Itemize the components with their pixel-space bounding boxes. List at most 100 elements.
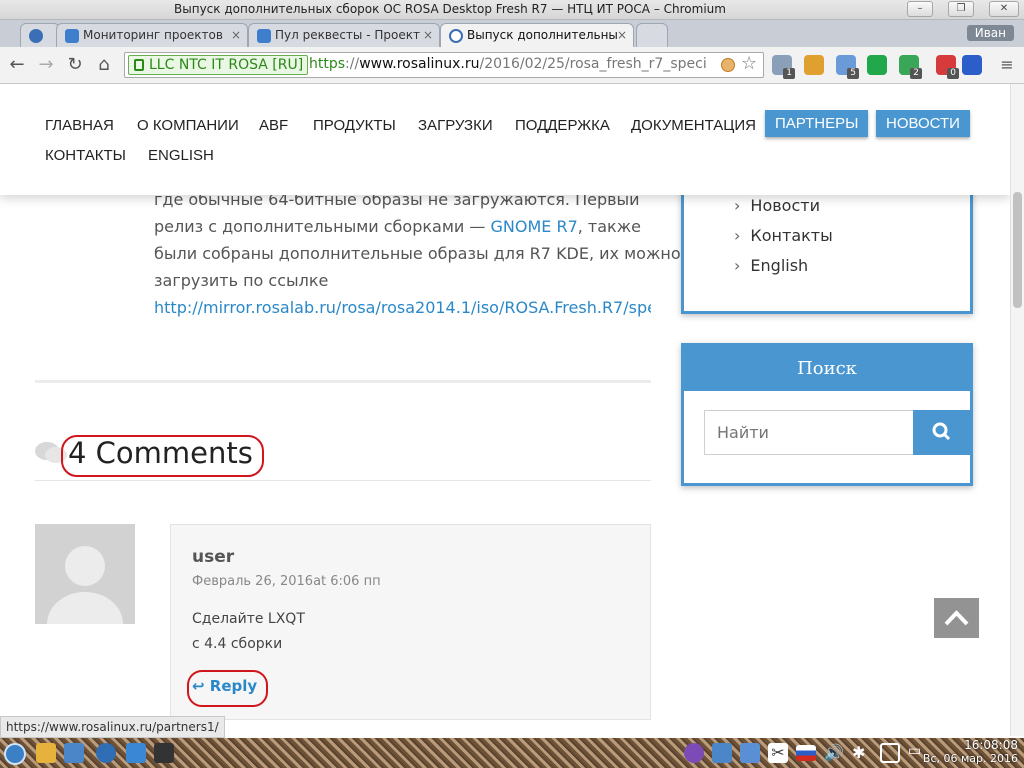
menu-english[interactable]: ENGLISH: [148, 147, 214, 164]
desktop-taskbar: ✂ 🔊 ✱ ▭ 16:08:08 Вс, 06 мар. 2016: [0, 738, 1024, 768]
clock-date: Вс, 06 мар. 2016: [922, 752, 1018, 765]
article-line: были собраны дополнительные образы для R…: [154, 244, 681, 263]
tab-close-icon[interactable]: ×: [617, 28, 627, 42]
shield-check-icon[interactable]: 2: [899, 55, 922, 79]
terminal-icon[interactable]: [154, 743, 174, 763]
home-button[interactable]: ⌂: [93, 54, 115, 76]
comments-divider: [35, 480, 651, 481]
package-icon: [257, 29, 271, 43]
sidebar-link-english[interactable]: › English: [734, 256, 808, 275]
tab-label: Пул реквесты - Проект: [275, 28, 420, 42]
tab-label: Выпуск дополнительны: [467, 28, 618, 42]
mail-icon[interactable]: 1: [772, 55, 795, 79]
chevron-right-icon: ›: [734, 256, 741, 275]
cookie-blocked-icon[interactable]: [721, 58, 735, 72]
menu-about[interactable]: О КОМПАНИИ: [137, 117, 239, 134]
sidebar-link-news[interactable]: › Новости: [734, 196, 820, 215]
tab-monitoring[interactable]: Мониторинг проектов ×: [56, 23, 248, 47]
shield-circle-icon[interactable]: [867, 55, 887, 75]
tab-label: Мониторинг проектов: [83, 28, 223, 42]
dropbox-icon[interactable]: [740, 743, 760, 763]
browser-toolbar: ← → ↻ ⌂ LLC NTC IT ROSA [RU] https://www…: [0, 47, 1024, 84]
comment-author: user: [192, 547, 235, 567]
extension-badge: 2: [910, 68, 922, 79]
comment-text-line: с 4.4 сборки: [192, 636, 283, 652]
search-widget: Поиск: [681, 343, 973, 486]
chevron-up-icon: [944, 610, 969, 626]
viber-icon[interactable]: [684, 743, 704, 763]
tab-close-icon[interactable]: ×: [231, 28, 241, 42]
new-tab-button[interactable]: [636, 23, 668, 47]
url-text[interactable]: https://www.rosalinux.ru/2016/02/25/rosa…: [309, 56, 717, 72]
at-sign-icon[interactable]: [804, 55, 824, 75]
menu-downloads[interactable]: ЗАГРУЗКИ: [418, 117, 493, 134]
browser-app-icon: [29, 29, 43, 43]
window-icon[interactable]: [126, 743, 146, 763]
app-tab[interactable]: [20, 23, 60, 47]
maximize-button[interactable]: ❐: [948, 1, 974, 17]
window-titlebar: Выпуск дополнительных сборок ОС ROSA Des…: [0, 0, 1024, 20]
menu-partners[interactable]: ПАРТНЕРЫ: [765, 110, 869, 137]
article-divider: [35, 380, 651, 383]
file-manager-icon[interactable]: [36, 743, 56, 763]
extension-badge: 0: [947, 68, 959, 79]
search-input[interactable]: [704, 410, 914, 455]
gnome-r7-link[interactable]: GNOME R7: [490, 217, 577, 236]
screenshot-icon[interactable]: [712, 743, 732, 763]
scrollbar-thumb[interactable]: [1013, 192, 1022, 308]
menu-docs[interactable]: ДОКУМЕНТАЦИЯ: [631, 117, 756, 134]
network-icon[interactable]: [880, 743, 900, 763]
search-widget-title: Поиск: [684, 346, 970, 391]
clock[interactable]: 16:08:08 Вс, 06 мар. 2016: [922, 738, 1018, 766]
menu-news[interactable]: НОВОСТИ: [876, 110, 970, 137]
tab-pull-requests[interactable]: Пул реквесты - Проект ×: [248, 23, 440, 47]
lock-icon: [134, 59, 144, 71]
chrome-menu-icon[interactable]: ≡: [996, 54, 1018, 76]
close-window-button[interactable]: ✕: [989, 1, 1019, 17]
cloud-icon[interactable]: 5: [836, 55, 859, 79]
sidebar-link-contacts[interactable]: › Контакты: [734, 226, 833, 245]
tab-strip: Мониторинг проектов × Пул реквесты - Про…: [0, 20, 1024, 47]
back-button[interactable]: ←: [6, 54, 28, 76]
package-icon: [65, 29, 79, 43]
counter-icon[interactable]: 0: [936, 55, 959, 79]
bookmark-star-icon[interactable]: ☆: [741, 53, 757, 74]
chromium-icon[interactable]: [96, 743, 116, 763]
start-menu-icon[interactable]: [4, 743, 26, 765]
minimize-button[interactable]: –: [907, 1, 933, 17]
back-to-top-button[interactable]: [934, 598, 979, 638]
article-line: загрузить по ссылке: [154, 271, 329, 290]
menu-abf[interactable]: ABF: [259, 117, 288, 134]
tab-active-release[interactable]: Выпуск дополнительны ×: [440, 23, 634, 47]
russian-flag-icon[interactable]: [962, 55, 982, 75]
mirror-download-link[interactable]: http://mirror.rosalab.ru/rosa/rosa2014.1…: [154, 294, 651, 321]
site-header: ГЛАВНАЯ О КОМПАНИИ ABF ПРОДУКТЫ ЗАГРУЗКИ…: [0, 84, 1010, 195]
russian-flag-icon[interactable]: [796, 745, 816, 761]
menu-home[interactable]: ГЛАВНАЯ: [45, 117, 114, 134]
volume-icon[interactable]: 🔊: [824, 743, 844, 763]
status-url-bubble: https://www.rosalinux.ru/partners1/: [0, 716, 225, 738]
bluetooth-icon[interactable]: ✱: [852, 743, 872, 763]
system-monitor-icon[interactable]: [64, 743, 84, 763]
tab-close-icon[interactable]: ×: [423, 28, 433, 42]
ev-certificate-badge[interactable]: LLC NTC IT ROSA [RU]: [128, 55, 309, 75]
page-scrollbar[interactable]: [1010, 84, 1024, 736]
url-path: /2016/02/25/rosa_fresh_r7_speci: [479, 56, 707, 72]
address-bar[interactable]: LLC NTC IT ROSA [RU] https://www.rosalin…: [124, 52, 764, 78]
comment-date: Февраль 26, 2016at 6:06 пп: [192, 574, 381, 589]
scissors-icon[interactable]: ✂: [768, 743, 788, 763]
forward-button[interactable]: →: [35, 54, 57, 76]
search-button[interactable]: [913, 410, 970, 455]
url-separator: ://: [345, 56, 360, 72]
chevron-right-icon: ›: [734, 226, 741, 245]
profile-button[interactable]: Иван: [966, 25, 1014, 41]
clock-time: 16:08:08: [964, 738, 1018, 752]
menu-contacts[interactable]: КОНТАКТЫ: [45, 147, 126, 164]
extension-badge: 1: [783, 68, 795, 79]
extension-badge: 5: [847, 68, 859, 79]
menu-support[interactable]: ПОДДЕРЖКА: [515, 117, 610, 134]
highlight-annotation-reply: [187, 670, 268, 707]
rosa-logo-icon: [449, 29, 463, 43]
reload-button[interactable]: ↻: [64, 54, 86, 76]
menu-products[interactable]: ПРОДУКТЫ: [313, 117, 396, 134]
